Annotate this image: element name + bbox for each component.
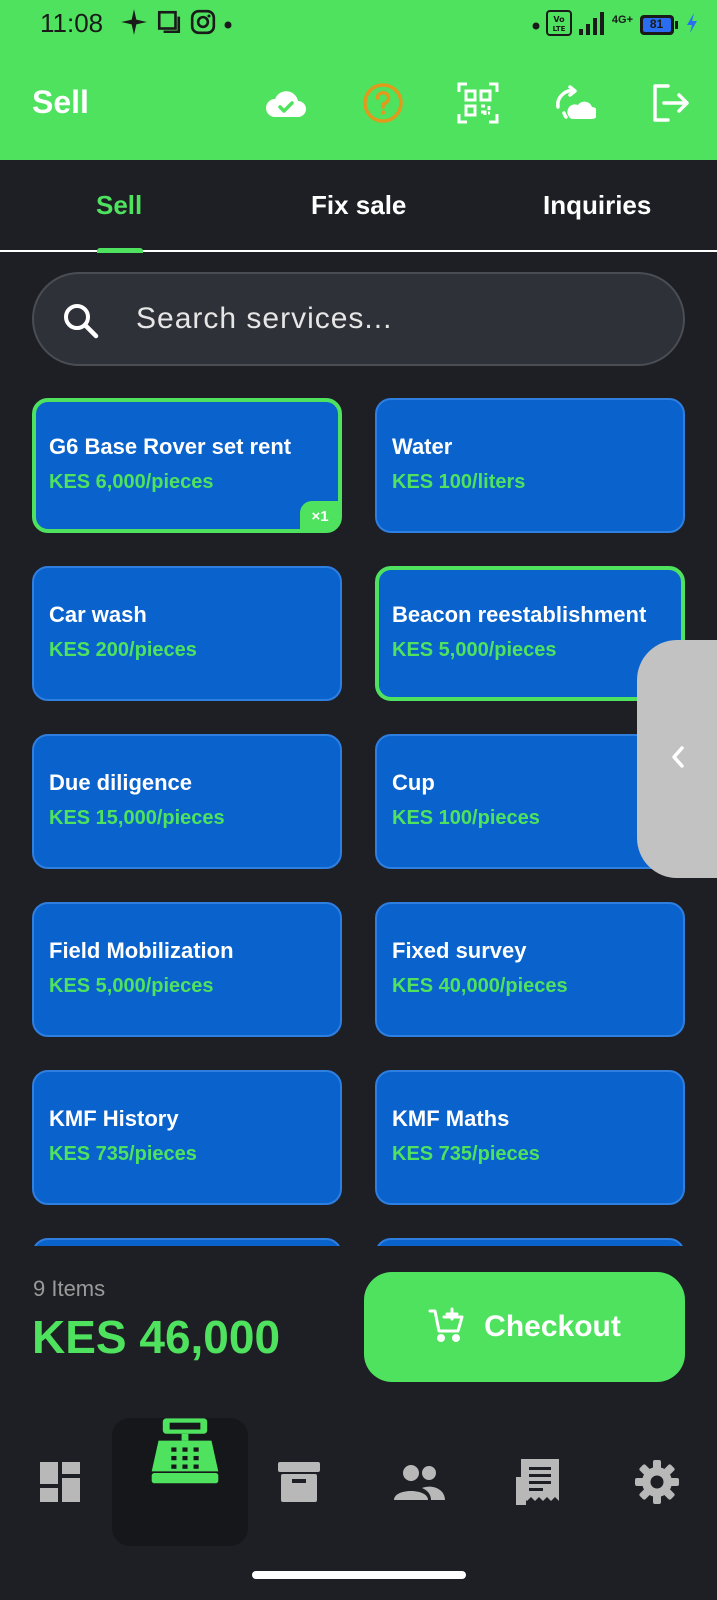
qr-scan-icon[interactable]	[455, 80, 501, 126]
cart-add-icon	[428, 1307, 466, 1348]
network-type: 4G+	[611, 13, 633, 26]
app-bar: Sell	[0, 48, 717, 160]
search-icon	[62, 302, 100, 345]
tab-bar: Sell Fix sale Inquiries	[0, 160, 717, 252]
service-card[interactable]	[32, 1238, 342, 1246]
cloud-check-icon[interactable]	[263, 80, 309, 126]
cart-total: KES 46,000	[32, 1311, 281, 1363]
service-name: Field Mobilization	[49, 938, 234, 963]
service-card[interactable]: Due diligence KES 15,000/pieces	[32, 734, 342, 869]
tab-sell[interactable]: Sell	[96, 190, 142, 221]
service-price: KES 735/pieces	[392, 1143, 540, 1165]
service-price: KES 100/liters	[392, 471, 526, 493]
tab-indicator	[97, 248, 143, 253]
sync-cloud-icon[interactable]	[551, 80, 597, 126]
service-name: Water	[392, 434, 453, 459]
service-card[interactable]: KMF History KES 735/pieces	[32, 1070, 342, 1205]
services-grid: G6 Base Rover set rent KES 6,000/pieces …	[0, 398, 717, 1246]
volte-icon: Vo LTE	[545, 10, 572, 39]
settings-icon[interactable]	[627, 1452, 687, 1512]
instagram-icon	[190, 9, 216, 40]
tab-inquiries[interactable]: Inquiries	[543, 190, 651, 221]
service-name: Due diligence	[49, 770, 193, 795]
quantity-badge: ×1	[300, 501, 340, 531]
page-title: Sell	[32, 84, 89, 120]
checkout-button[interactable]: Checkout	[364, 1272, 685, 1382]
status-bar: 11:08 Vo LTE 4G+ 81	[0, 0, 717, 48]
tab-fix-sale[interactable]: Fix sale	[311, 190, 406, 221]
charging-icon	[685, 12, 699, 37]
search-bar[interactable]: Search services...	[32, 272, 685, 366]
service-card[interactable]	[375, 1238, 685, 1246]
service-card[interactable]: Car wash KES 200/pieces	[32, 566, 342, 701]
dot-icon	[532, 17, 540, 33]
bottom-navigation	[0, 1400, 717, 1600]
service-card[interactable]: Water KES 100/liters	[375, 398, 685, 533]
people-icon[interactable]	[389, 1452, 449, 1512]
archive-icon[interactable]	[269, 1452, 329, 1512]
side-drawer-handle[interactable]	[637, 640, 717, 878]
chevron-left-icon	[669, 745, 687, 774]
checkout-label: Checkout	[484, 1310, 621, 1343]
service-card[interactable]: G6 Base Rover set rent KES 6,000/pieces …	[32, 398, 342, 533]
dashboard-icon[interactable]	[30, 1452, 90, 1512]
receipt-icon[interactable]	[508, 1452, 568, 1512]
items-count: 9 Items	[33, 1276, 106, 1301]
service-name: G6 Base Rover set rent	[49, 434, 292, 459]
battery-level: 81	[649, 16, 664, 31]
service-name: Cup	[392, 770, 435, 795]
service-price: KES 5,000/pieces	[49, 975, 214, 997]
service-price: KES 6,000/pieces	[49, 471, 214, 493]
service-name: KMF History	[49, 1106, 179, 1131]
service-price: KES 5,000/pieces	[392, 639, 557, 661]
search-input[interactable]: Search services...	[136, 302, 392, 336]
service-name: Beacon reestablishment	[392, 602, 647, 627]
home-indicator[interactable]	[252, 1571, 466, 1579]
sparkle-icon	[120, 8, 148, 41]
service-card[interactable]: Field Mobilization KES 5,000/pieces	[32, 902, 342, 1037]
service-card[interactable]: Fixed survey KES 40,000/pieces	[375, 902, 685, 1037]
svg-text:LTE: LTE	[552, 25, 565, 33]
svg-text:Vo: Vo	[553, 15, 565, 24]
copy-icon	[156, 9, 182, 40]
cash-register-icon[interactable]	[150, 1410, 220, 1490]
service-price: KES 100/pieces	[392, 807, 540, 829]
battery-icon: 81	[639, 14, 679, 36]
status-time: 11:08	[40, 8, 104, 38]
service-price: KES 735/pieces	[49, 1143, 197, 1165]
cart-summary: 9 Items KES 46,000 Checkout	[0, 1246, 717, 1400]
signal-icon	[578, 11, 606, 38]
help-icon[interactable]	[360, 80, 406, 126]
service-price: KES 200/pieces	[49, 639, 197, 661]
service-name: KMF Maths	[392, 1106, 510, 1131]
service-name: Fixed survey	[392, 938, 527, 963]
service-card[interactable]: KMF Maths KES 735/pieces	[375, 1070, 685, 1205]
service-price: KES 40,000/pieces	[392, 975, 568, 997]
service-name: Car wash	[49, 602, 147, 627]
logout-icon[interactable]	[648, 80, 694, 126]
dot-icon	[224, 16, 232, 34]
service-price: KES 15,000/pieces	[49, 807, 225, 829]
